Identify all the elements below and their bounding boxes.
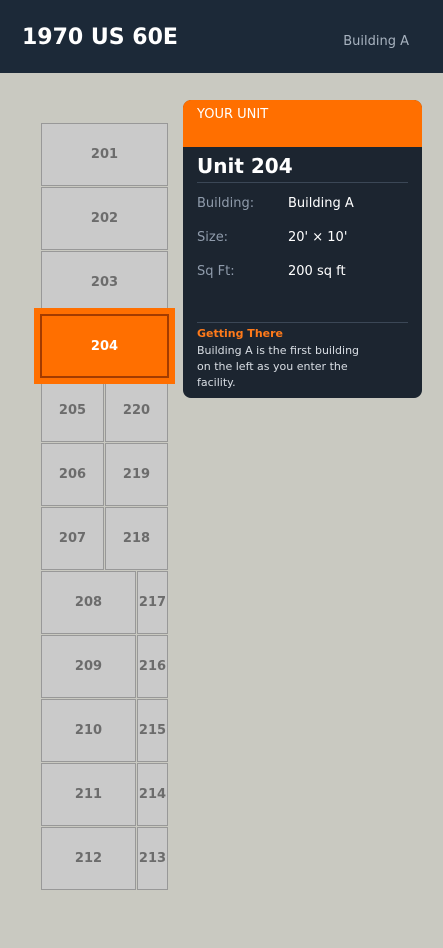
unit-213[interactable]: 213: [137, 827, 168, 890]
unit-info-card: YOUR UNIT Unit 204 Building: Building A …: [183, 100, 422, 398]
app-header: 1970 US 60E Building A: [0, 0, 443, 73]
unit-202[interactable]: 202: [41, 187, 168, 250]
unit-208[interactable]: 208: [41, 571, 136, 634]
unit-209[interactable]: 209: [41, 635, 136, 698]
sqft-row-label: Sq Ft:: [197, 264, 235, 279]
your-unit-banner: YOUR UNIT: [183, 100, 422, 147]
getting-there-text: Building A is the first building on the …: [197, 344, 360, 389]
unit-205[interactable]: 205: [41, 379, 104, 442]
unit-215[interactable]: 215: [137, 699, 168, 762]
building-row-label: Building:: [197, 196, 255, 211]
size-row-label: Size:: [197, 230, 229, 245]
building-row-value: Building A: [288, 196, 354, 211]
divider: [197, 322, 408, 323]
facility-title: 1970 US 60E: [22, 25, 178, 50]
unit-214[interactable]: 214: [137, 763, 168, 826]
sqft-row-value: 200 sq ft: [288, 264, 346, 279]
your-unit-badge: YOUR UNIT: [197, 107, 269, 122]
getting-there-title: Getting There: [197, 327, 283, 340]
unit-218[interactable]: 218: [105, 507, 168, 570]
unit-219[interactable]: 219: [105, 443, 168, 506]
building-label: Building A: [343, 34, 409, 49]
unit-name: Unit 204: [197, 154, 293, 178]
unit-207[interactable]: 207: [41, 507, 104, 570]
unit-217[interactable]: 217: [137, 571, 168, 634]
unit-211[interactable]: 211: [41, 763, 136, 826]
unit-201[interactable]: 201: [41, 123, 168, 186]
unit-206[interactable]: 206: [41, 443, 104, 506]
unit-210[interactable]: 210: [41, 699, 136, 762]
size-row-value: 20' × 10': [288, 230, 348, 245]
unit-203[interactable]: 203: [41, 251, 168, 314]
unit-204[interactable]: 204: [40, 314, 169, 378]
unit-220[interactable]: 220: [105, 379, 168, 442]
divider: [197, 182, 408, 183]
unit-212[interactable]: 212: [41, 827, 136, 890]
unit-216[interactable]: 216: [137, 635, 168, 698]
